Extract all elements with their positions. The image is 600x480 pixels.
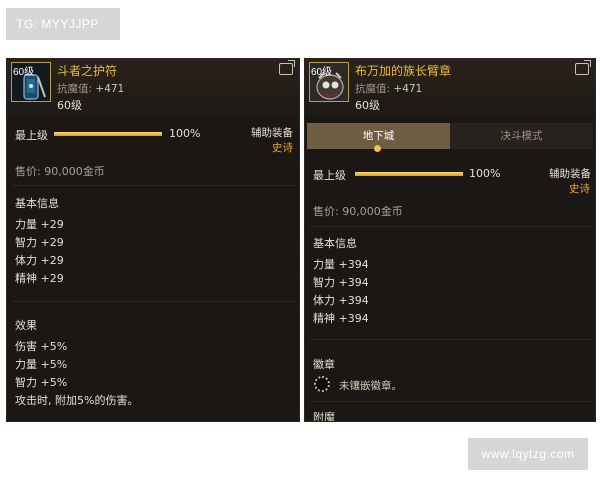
stat-value: +471 — [393, 83, 423, 95]
effect-line: 伤害 +5% — [15, 340, 68, 353]
stat-label: 抗魔值: — [355, 83, 391, 95]
divider — [311, 339, 591, 340]
item-name: 斗者之护符 — [57, 64, 118, 78]
emblem-status: 未镶嵌徽章。 — [339, 380, 402, 392]
upgrade-progress-bar — [54, 132, 162, 136]
mode-tabs: 地下城 决斗模式 — [307, 123, 593, 152]
sell-price: 售价: 90,000金币 — [15, 165, 105, 178]
watermark-bottom: www.lqytzg.com — [468, 438, 588, 470]
tab-pvp[interactable]: 决斗模式 — [450, 123, 593, 149]
amulet-item-icon: 60级 — [11, 62, 51, 102]
tooltip-header: 60级 布万加的族长臂章 抗魔值: +471 60级 — [305, 59, 595, 117]
item-name: 布万加的族长臂章 — [355, 64, 452, 78]
max-level-label: 最上级 — [15, 129, 48, 142]
rarity-label: 史诗 — [569, 183, 590, 195]
divider — [13, 185, 295, 186]
basic-info-title: 基本信息 — [313, 237, 357, 250]
enchant-title: 附魔 — [313, 411, 335, 422]
stat-label: 抗魔值: — [57, 83, 93, 95]
share-icon[interactable] — [279, 60, 295, 75]
stat-strength: 力量 +394 — [313, 258, 369, 271]
sell-price: 售价: 90,000金币 — [313, 205, 403, 218]
divider — [311, 226, 591, 227]
required-level: 60级 — [57, 99, 82, 112]
watermark-top: TG: MYYJJPP — [6, 8, 120, 40]
magic-resist-stat: 抗魔值: +471 — [355, 81, 422, 96]
equipment-slot: 辅助装备 — [251, 127, 293, 139]
max-level-label: 最上级 — [313, 169, 346, 182]
upgrade-progress-fill — [54, 132, 162, 136]
item-tooltip-right: 60级 布万加的族长臂章 抗魔值: +471 60级 地下城 决斗模式 最上级 … — [304, 58, 596, 422]
emblem-title: 徽章 — [313, 358, 335, 371]
stat-value: +471 — [95, 83, 125, 95]
stat-intelligence: 智力 +394 — [313, 276, 369, 289]
effects-title: 效果 — [15, 319, 37, 332]
stat-spirit: 精神 +29 — [15, 272, 64, 285]
stat-vitality: 体力 +29 — [15, 254, 64, 267]
stat-spirit: 精神 +394 — [313, 312, 369, 325]
icon-level: 60级 — [311, 67, 333, 78]
effect-line: 力量 +5% — [15, 358, 68, 371]
rarity-label: 史诗 — [272, 142, 293, 154]
upgrade-progress-bar — [355, 172, 463, 176]
equipment-slot: 辅助装备 — [549, 168, 591, 180]
effect-line: 攻击时, 附加5%的伤害。 — [15, 394, 139, 407]
basic-info-title: 基本信息 — [15, 197, 59, 210]
upgrade-progress-fill — [355, 172, 463, 176]
effect-line: 智力 +5% — [15, 376, 68, 389]
emblem-slot-icon — [314, 376, 330, 392]
divider — [311, 401, 591, 402]
stat-intelligence: 智力 +29 — [15, 236, 64, 249]
tab-dungeon[interactable]: 地下城 — [307, 123, 450, 152]
tooltip-header: 60级 斗者之护符 抗魔值: +471 60级 — [7, 59, 299, 117]
armband-item-icon: 60级 — [309, 62, 349, 102]
item-tooltip-left: 60级 斗者之护符 抗魔值: +471 60级 最上级 100% 辅助装备 史诗… — [6, 58, 300, 422]
progress-percent: 100% — [169, 127, 201, 140]
share-icon[interactable] — [575, 60, 591, 75]
required-level: 60级 — [355, 99, 380, 112]
magic-resist-stat: 抗魔值: +471 — [57, 81, 124, 96]
divider — [13, 301, 295, 302]
stat-strength: 力量 +29 — [15, 218, 64, 231]
progress-percent: 100% — [469, 167, 501, 180]
stat-vitality: 体力 +394 — [313, 294, 369, 307]
icon-level: 60级 — [13, 67, 35, 78]
